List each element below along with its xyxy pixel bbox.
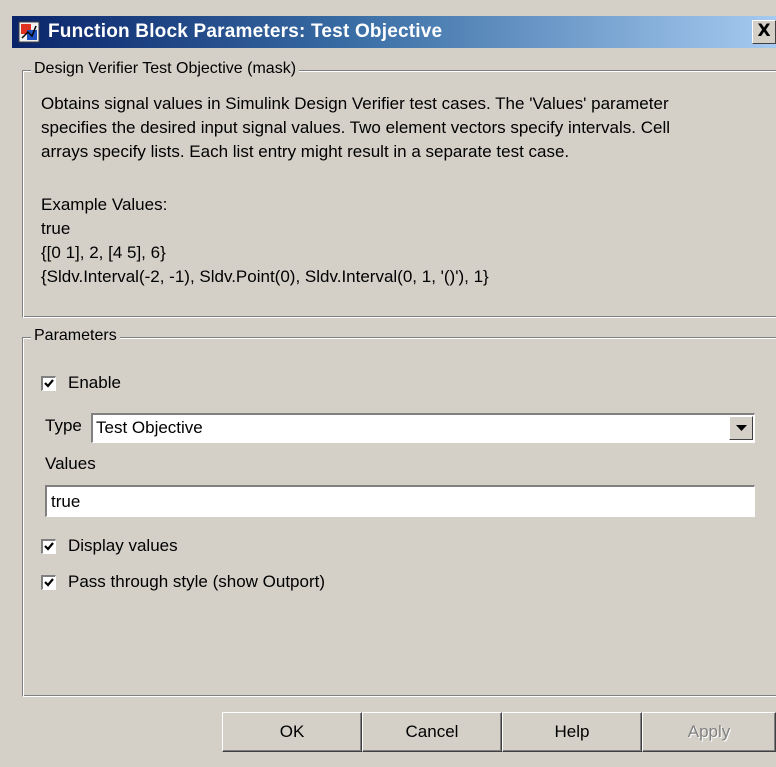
type-dropdown-button[interactable] [729, 416, 753, 440]
description-line-1: Obtains signal values in Simulink Design… [41, 94, 669, 113]
description-group: Design Verifier Test Objective (mask) Ob… [22, 60, 776, 318]
close-button[interactable]: X [752, 20, 776, 44]
display-values-checkbox[interactable] [41, 538, 56, 554]
example-heading: Example Values: [41, 195, 168, 214]
simulink-block-icon [18, 21, 40, 43]
enable-checkbox[interactable] [41, 375, 56, 391]
parameters-legend: Parameters [31, 327, 120, 345]
pass-through-label: Pass through style (show Outport) [68, 572, 326, 591]
description-legend: Design Verifier Test Objective (mask) [31, 60, 300, 78]
example-line-2: {[0 1], 2, [4 5], 6} [41, 243, 166, 262]
window-title: Function Block Parameters: Test Objectiv… [48, 21, 443, 42]
example-line-1: true [41, 219, 71, 238]
checkmark-icon [44, 378, 54, 388]
type-dropdown[interactable]: Test Objective [91, 413, 755, 443]
example-line-3: {Sldv.Interval(-2, -1), Sldv.Point(0), S… [41, 267, 489, 286]
checkmark-icon [44, 541, 54, 551]
display-values-checkbox-row[interactable]: Display values [41, 535, 178, 557]
checkmark-icon [44, 577, 54, 587]
description-line-2: specifies the desired input signal value… [41, 118, 670, 137]
dialog-window: Function Block Parameters: Test Objectiv… [0, 0, 776, 767]
type-selected-value: Test Objective [96, 418, 203, 437]
description-line-3: arrays specify lists. Each list entry mi… [41, 142, 570, 161]
help-button[interactable]: Help [502, 712, 642, 752]
cancel-button[interactable]: Cancel [362, 712, 502, 752]
enable-label: Enable [68, 373, 121, 392]
enable-checkbox-row[interactable]: Enable [41, 372, 121, 394]
chevron-down-icon [736, 425, 747, 431]
title-bar[interactable]: Function Block Parameters: Test Objectiv… [12, 16, 776, 48]
apply-button[interactable]: Apply [642, 712, 776, 752]
pass-through-checkbox[interactable] [41, 574, 56, 590]
ok-button[interactable]: OK [222, 712, 362, 752]
display-values-label: Display values [68, 536, 178, 555]
values-field[interactable] [45, 485, 755, 517]
pass-through-checkbox-row[interactable]: Pass through style (show Outport) [41, 571, 325, 593]
type-label: Type [45, 416, 82, 435]
values-label: Values [45, 454, 96, 473]
parameters-group: Parameters Enable Type Test Objective Va… [22, 327, 776, 697]
